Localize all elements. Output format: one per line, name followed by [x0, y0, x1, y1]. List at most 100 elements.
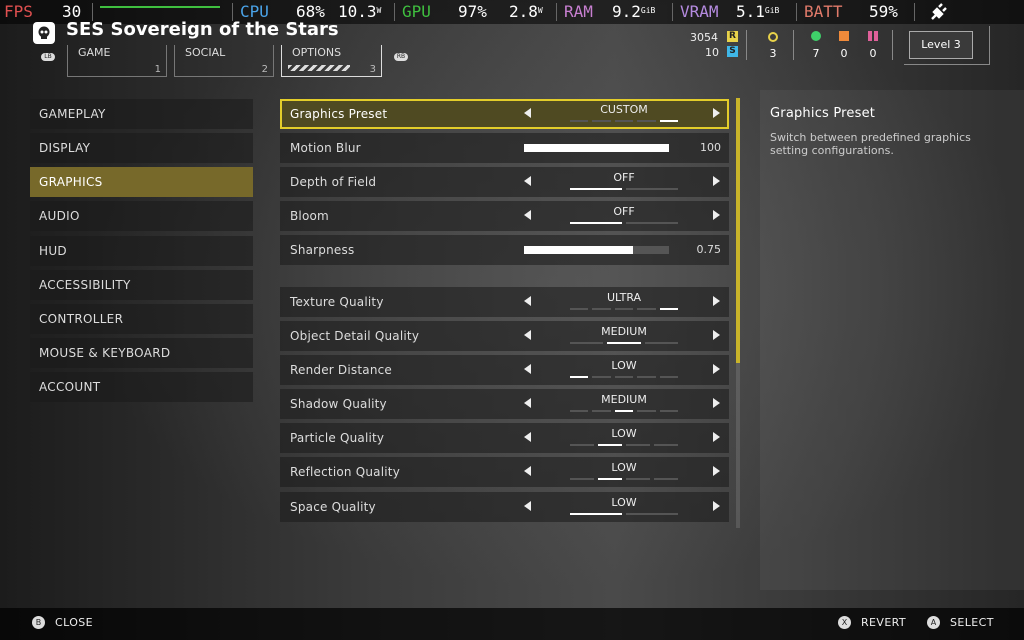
battery-value: 59%	[869, 2, 898, 21]
b-button-icon: B	[32, 616, 45, 629]
battery-label: BATT	[804, 2, 843, 21]
arrow-left-icon[interactable]	[524, 398, 531, 408]
arrow-right-icon[interactable]	[713, 108, 720, 118]
setting-row-particle-quality[interactable]: Particle Quality LOW	[280, 423, 729, 453]
setting-row-reflection-quality[interactable]: Reflection Quality LOW	[280, 457, 729, 487]
option-indicator	[570, 410, 678, 412]
option-segment	[570, 376, 589, 378]
arrow-left-icon[interactable]	[524, 432, 531, 442]
slider-fill	[524, 246, 633, 254]
arrow-right-icon[interactable]	[713, 364, 720, 374]
gpu-percent: 97%	[458, 2, 487, 21]
sidebar-item-accessibility[interactable]: ACCESSIBILITY	[30, 270, 253, 300]
slider-fill	[524, 144, 669, 152]
arrow-left-icon[interactable]	[524, 108, 531, 118]
slider-value: 0.75	[696, 243, 722, 256]
arrow-left-icon[interactable]	[524, 364, 531, 374]
setting-row-depth-of-field[interactable]: Depth of Field OFF	[280, 167, 729, 197]
sidebar-item-hud[interactable]: HUD	[30, 236, 253, 266]
arrow-left-icon[interactable]	[524, 210, 531, 220]
option-segment	[592, 120, 611, 122]
option-segment	[626, 513, 678, 515]
option-segment	[570, 308, 589, 310]
setting-value: OFF	[613, 205, 635, 218]
super-credits-icon: S	[727, 46, 738, 57]
pink-grid-icon	[868, 31, 878, 41]
option-indicator	[570, 342, 678, 344]
setting-row-motion-blur[interactable]: Motion Blur 100	[280, 133, 729, 163]
option-segment	[626, 444, 650, 446]
sidebar-item-mouse-keyboard[interactable]: MOUSE & KEYBOARD	[30, 338, 253, 368]
tab-number: 3	[369, 64, 376, 75]
setting-row-texture-quality[interactable]: Texture Quality ULTRA	[280, 287, 729, 317]
setting-value: LOW	[611, 359, 637, 372]
divider	[914, 3, 915, 21]
option-segment	[659, 308, 678, 310]
arrow-left-icon[interactable]	[524, 176, 531, 186]
arrow-left-icon[interactable]	[524, 296, 531, 306]
arrow-right-icon[interactable]	[713, 466, 720, 476]
setting-name: Depth of Field	[290, 175, 377, 189]
setting-name: Render Distance	[290, 363, 393, 377]
skull-icon	[33, 22, 55, 44]
arrow-right-icon[interactable]	[713, 501, 720, 511]
gpu-label: GPU	[402, 2, 431, 21]
tab-social[interactable]: SOCIAL 2	[174, 45, 274, 77]
active-tab-indicator	[288, 65, 350, 71]
arrow-right-icon[interactable]	[713, 296, 720, 306]
option-segment	[637, 410, 656, 412]
divider	[556, 3, 557, 21]
setting-name: Bloom	[290, 209, 329, 223]
divider	[394, 3, 395, 21]
sidebar-item-audio[interactable]: AUDIO	[30, 201, 253, 231]
setting-row-shadow-quality[interactable]: Shadow Quality MEDIUM	[280, 389, 729, 419]
tab-options[interactable]: OPTIONS 3	[281, 45, 382, 77]
divider	[672, 3, 673, 21]
orange-square-icon	[839, 31, 849, 41]
setting-value: OFF	[613, 171, 635, 184]
arrow-right-icon[interactable]	[713, 398, 720, 408]
tab-number: 1	[154, 64, 161, 75]
super-samples-value: 0	[869, 47, 877, 60]
setting-row-bloom[interactable]: Bloom OFF	[280, 201, 729, 231]
arrow-right-icon[interactable]	[713, 330, 720, 340]
sidebar-item-gameplay[interactable]: GAMEPLAY	[30, 99, 253, 129]
option-segment	[654, 478, 678, 480]
option-segment	[659, 120, 678, 122]
setting-slider[interactable]	[524, 144, 669, 152]
setting-row-space-quality[interactable]: Space Quality LOW	[280, 492, 729, 522]
setting-slider[interactable]	[524, 246, 669, 254]
sidebar-item-controller[interactable]: CONTROLLER	[30, 304, 253, 334]
common-samples-value: 7	[812, 47, 820, 60]
setting-value: MEDIUM	[601, 393, 647, 406]
setting-row-render-distance[interactable]: Render Distance LOW	[280, 355, 729, 385]
rare-samples-value: 0	[840, 47, 848, 60]
setting-row-sharpness[interactable]: Sharpness 0.75	[280, 235, 729, 265]
option-segment	[644, 342, 678, 344]
setting-value: LOW	[611, 427, 637, 440]
option-segment	[626, 188, 678, 190]
fps-graph	[100, 6, 220, 8]
setting-name: Motion Blur	[290, 141, 361, 155]
scrollbar-thumb[interactable]	[736, 98, 740, 363]
arrow-left-icon[interactable]	[524, 501, 531, 511]
option-segment	[614, 410, 634, 412]
sidebar-item-graphics[interactable]: GRAPHICS	[30, 167, 253, 197]
arrow-right-icon[interactable]	[713, 210, 720, 220]
setting-row-object-detail-quality[interactable]: Object Detail Quality MEDIUM	[280, 321, 729, 351]
option-indicator	[570, 222, 678, 224]
option-segment	[637, 376, 656, 378]
arrow-left-icon[interactable]	[524, 466, 531, 476]
setting-row-graphics-preset[interactable]: Graphics Preset CUSTOM	[280, 99, 729, 129]
sidebar-item-account[interactable]: ACCOUNT	[30, 372, 253, 402]
revert-button[interactable]: REVERT	[861, 616, 906, 629]
arrow-right-icon[interactable]	[713, 432, 720, 442]
gpu-watts: 2.8W	[509, 2, 543, 21]
tab-game[interactable]: GAME 1	[67, 45, 167, 77]
arrow-left-icon[interactable]	[524, 330, 531, 340]
arrow-right-icon[interactable]	[713, 176, 720, 186]
sidebar-item-display[interactable]: DISPLAY	[30, 133, 253, 163]
select-button[interactable]: SELECT	[950, 616, 994, 629]
close-button[interactable]: CLOSE	[55, 616, 93, 629]
option-segment	[614, 120, 634, 122]
